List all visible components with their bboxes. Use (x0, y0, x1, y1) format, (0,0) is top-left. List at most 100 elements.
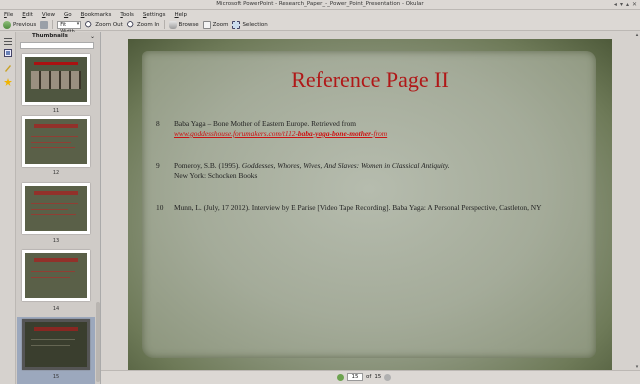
next-page-icon[interactable] (384, 373, 392, 381)
contents-icon[interactable] (4, 37, 12, 45)
main-toolbar: Previous Fit Width Zoom Out Zoom In Brow… (0, 19, 640, 35)
previous-icon (3, 20, 11, 29)
thumbnail-title-bar (33, 61, 79, 65)
menu-icon[interactable]: ◂ (614, 1, 617, 8)
menu-settings[interactable]: Settings (143, 12, 166, 18)
bookmarks-star-icon[interactable] (4, 78, 12, 86)
sidebar-icon-strip (0, 32, 16, 384)
thumbnails-panel: Thumbnails ⌄ 11 12 13 14 15 (16, 32, 101, 384)
zoom-out-button[interactable]: Zoom Out (85, 20, 123, 29)
selection-label: Selection (242, 21, 268, 28)
thumbnail-page-12[interactable] (22, 116, 90, 167)
zoom-tool-icon (202, 20, 211, 29)
thumbnail-text-line (31, 213, 76, 215)
thumbnail-title-bar (33, 123, 79, 128)
menu-tools[interactable]: Tools (120, 12, 134, 18)
thumbnail-text-line (31, 277, 70, 279)
menu-view[interactable]: View (42, 12, 55, 18)
page-viewer: Reference Page II 8 Baba Yaga – Bone Mot… (101, 32, 634, 370)
reference-number: 10 (156, 203, 164, 212)
thumbnail-page-15[interactable] (22, 319, 90, 370)
zoom-out-icon (85, 20, 94, 29)
total-pages: 15 (374, 374, 382, 380)
menu-bookmarks[interactable]: Bookmarks (81, 12, 112, 18)
scroll-up-icon[interactable]: ▴ (634, 32, 640, 38)
thumbnail-image-row (31, 71, 81, 90)
thumbnail-title-bar (33, 257, 79, 262)
close-icon[interactable]: ✕ (632, 1, 637, 8)
reference-item: 10 Munn, L. (July, 17 2012). Interview b… (156, 203, 552, 213)
reviews-icon[interactable] (4, 64, 12, 72)
reference-number: 9 (156, 161, 160, 170)
thumbnail-number: 15 (52, 374, 60, 380)
menu-go[interactable]: Go (64, 12, 72, 18)
thumbnail-filter-input[interactable] (20, 42, 94, 49)
reference-link-prefix: www.goddesshouse.forumakers.com/t112- (174, 129, 298, 138)
reference-text: Munn, L. (July, 17 2012). Interview by E… (174, 203, 542, 212)
slide-page: Reference Page II 8 Baba Yaga – Bone Mot… (128, 39, 612, 370)
selection-button[interactable]: Selection (232, 20, 268, 29)
reference-author: Pomeroy, S.B. (1995). (174, 161, 242, 170)
reference-link[interactable]: www.goddesshouse.forumakers.com/t112-bab… (174, 129, 582, 139)
thumbnail-text-line (31, 271, 75, 272)
previous-label: Previous (13, 21, 37, 28)
thumbnail-text-line (31, 203, 78, 205)
of-label: of (366, 374, 372, 380)
thumbnail-number: 11 (52, 108, 60, 114)
status-bar: 15 of 15 (101, 370, 640, 384)
zoom-select[interactable]: Fit Width (57, 20, 82, 35)
thumbnail-page-13[interactable] (22, 183, 90, 234)
thumbnail-number: 14 (52, 306, 60, 312)
zoom-out-label: Zoom Out (95, 21, 123, 28)
minimize-icon[interactable]: ▾ (620, 1, 623, 8)
viewer-scrollbar[interactable]: ▴ ▾ (634, 32, 640, 370)
browse-icon (168, 20, 177, 29)
reference-item: 8 Baba Yaga – Bone Mother of Eastern Eur… (156, 119, 582, 139)
reference-link-bold: baba-yaga-bone-mother (297, 129, 371, 138)
zoom-in-button[interactable]: Zoom In (126, 20, 160, 29)
reference-text: Baba Yaga – Bone Mother of Eastern Europ… (174, 119, 357, 128)
reference-link-suffix: -from (371, 129, 388, 138)
thumbnails-scrollbar-handle[interactable] (96, 302, 100, 382)
thumbnail-text-line (31, 141, 72, 143)
thumbnail-number: 12 (52, 170, 60, 176)
current-page-input[interactable]: 15 (347, 373, 363, 381)
zoom-tool-button[interactable]: Zoom (202, 20, 229, 29)
browse-button[interactable]: Browse (168, 20, 199, 29)
thumbnail-title-bar (33, 326, 79, 331)
maximize-icon[interactable]: ▴ (626, 1, 629, 8)
menu-help[interactable]: Help (175, 12, 188, 18)
reference-publisher: New York: Schocken Books (174, 171, 258, 180)
browse-label: Browse (178, 21, 199, 28)
next-icon (40, 20, 49, 29)
previous-page-icon[interactable] (337, 373, 344, 381)
panel-title: Thumbnails ⌄ (16, 32, 100, 41)
window-controls: ◂ ▾ ▴ ✕ (614, 1, 637, 8)
page-navigator: 15 of 15 (337, 373, 392, 381)
zoom-in-icon (126, 20, 135, 29)
menu-file[interactable]: File (4, 12, 13, 18)
thumbnail-text-line (31, 208, 69, 210)
menu-bar: File Edit View Go Bookmarks Tools Settin… (0, 10, 640, 19)
thumbnail-text-line (31, 136, 78, 138)
thumbnail-text-line (31, 146, 75, 148)
thumbnail-page-14[interactable] (22, 250, 90, 301)
reference-book-title: Goddesses, Whores, Wives, And Slaves: Wo… (241, 161, 450, 170)
selection-icon (232, 20, 241, 29)
zoom-tool-label: Zoom (212, 21, 229, 28)
next-button[interactable] (40, 20, 49, 29)
menu-edit[interactable]: Edit (22, 12, 33, 18)
thumbnails-icon[interactable] (4, 49, 12, 57)
reference-item: 9 Pomeroy, S.B. (1995). Goddesses, Whore… (156, 161, 582, 181)
previous-button[interactable]: Previous (3, 20, 37, 29)
toolbar-separator (163, 20, 165, 29)
thumbnail-text-line (31, 344, 70, 346)
window-title: Microsoft PowerPoint - Research_Paper_-_… (216, 1, 424, 7)
zoom-in-label: Zoom In (136, 21, 160, 28)
toolbar-separator (52, 20, 54, 29)
reference-number: 8 (156, 119, 160, 128)
thumbnail-page-11[interactable] (22, 54, 90, 105)
filter-icon[interactable]: ⌄ (90, 33, 95, 40)
thumbnail-number: 13 (52, 238, 60, 244)
thumbnail-text-line (31, 339, 75, 341)
